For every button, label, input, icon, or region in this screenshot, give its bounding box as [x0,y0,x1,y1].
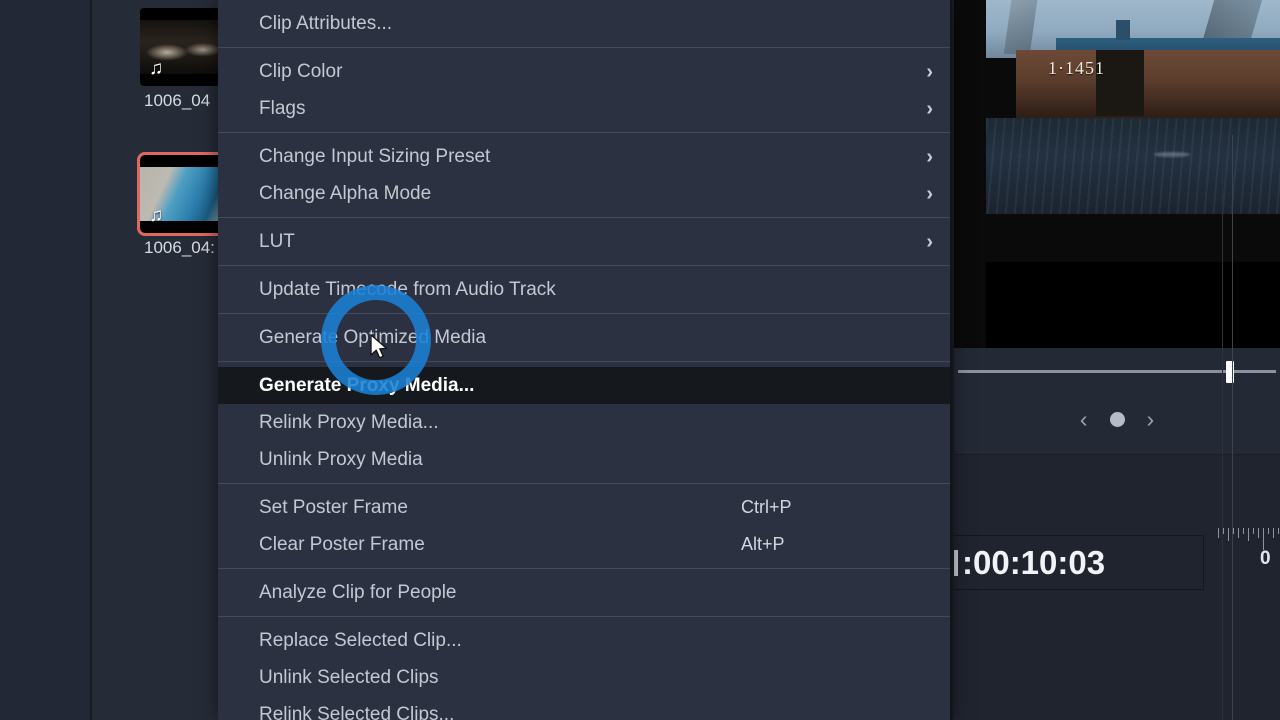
timeline-ruler-label: 0 [1260,548,1271,569]
timeline-ruler[interactable]: 0 [1216,528,1280,582]
timecode-value: :00:10:03 [962,543,1106,581]
menu-item-shortcut: Alt+P [741,534,785,554]
menu-item-label: Generate Optimized Media [259,326,487,348]
chevron-right-icon: › [926,60,933,83]
menu-item[interactable]: Clip Color › [218,53,950,90]
app-window: ♫ 1006_04 ♫ 1006_04: 1·1451 ‹ ›:00:10:0… [0,0,1280,720]
chevron-right-icon: › [926,145,933,168]
menu-item[interactable]: Generate Optimized Media [218,319,950,356]
menu-item-label: LUT [259,230,295,252]
menu-item[interactable]: Relink Proxy Media... [218,404,950,441]
timecode-display[interactable]: :00:10:03 [954,535,1204,590]
viewer-video-frame: 1·1451 [986,0,1280,268]
music-note-icon: ♫ [149,205,164,226]
viewer-water-glint [1154,152,1190,157]
media-pool-item-selected[interactable]: ♫ 1006_04: [137,152,233,258]
menu-item-label: Generate Proxy Media... [259,374,475,396]
menu-item-label: Relink Selected Clips... [259,703,455,720]
viewer-letterbox [986,262,1280,348]
menu-item-label: Unlink Selected Clips [259,666,439,688]
menu-item[interactable]: Unlink Proxy Media [218,441,950,478]
menu-item[interactable]: Clip Attributes... [218,5,950,42]
clip-context-menu[interactable]: Clip Attributes... Clip Color › Flags › Chang… [218,0,952,720]
timecode-caret-icon [954,549,958,576]
menu-item[interactable]: Set Poster Frame Ctrl+P [218,489,950,526]
menu-item-label: Clip Attributes... [259,12,393,34]
chevron-right-icon: › [926,182,933,205]
record-dot-icon[interactable] [1109,412,1125,427]
menu-item-label: Relink Proxy Media... [259,411,439,433]
viewer-water [986,118,1280,214]
viewer-hull-number: 1·1451 [1048,58,1105,78]
menu-item-label: Analyze Clip for People [259,581,457,603]
timeline-grid-line [1222,135,1223,720]
viewer-chimney [1116,20,1130,40]
chevron-right-icon: › [926,97,933,120]
thumbnail-image[interactable]: ♫ [140,8,230,86]
menu-item-label: Clear Poster Frame [259,533,425,555]
menu-item[interactable]: Clear Poster Frame Alt+P [218,526,950,563]
menu-item[interactable]: Change Alpha Mode › [218,175,950,212]
menu-item-label: Clip Color [259,60,343,82]
thumbnail-image[interactable]: ♫ [137,152,233,236]
menu-item-label: Set Poster Frame [259,496,408,518]
menu-item-label: Update Timecode from Audio Track [259,278,556,300]
next-clip-icon[interactable]: › [1147,408,1155,431]
menu-item[interactable]: Generate Proxy Media... [218,367,950,404]
left-rail-panel [0,0,90,720]
media-pool-item[interactable]: ♫ 1006_04 [140,8,230,111]
music-note-icon: ♫ [149,58,164,79]
menu-item-shortcut: Ctrl+P [741,497,792,517]
timeline-playhead-line[interactable] [1232,135,1233,720]
prev-clip-icon[interactable]: ‹ [1080,408,1088,431]
menu-item[interactable]: Unlink Selected Clips [218,659,950,696]
menu-item-label: Change Input Sizing Preset [259,145,491,167]
menu-item[interactable]: Analyze Clip for People [218,574,950,611]
menu-item-label: Flags [259,97,306,119]
chevron-right-icon: › [926,230,933,253]
menu-item[interactable]: LUT › [218,223,950,260]
menu-item-label: Replace Selected Clip... [259,629,462,651]
menu-item[interactable]: Update Timecode from Audio Track [218,271,950,308]
menu-item-label: Change Alpha Mode [259,182,432,204]
menu-item[interactable]: Change Input Sizing Preset › [218,138,950,175]
menu-item[interactable]: Flags › [218,90,950,127]
menu-item-label: Unlink Proxy Media [259,448,423,470]
menu-item[interactable]: Replace Selected Clip... [218,622,950,659]
menu-item[interactable]: Relink Selected Clips... [218,696,950,720]
